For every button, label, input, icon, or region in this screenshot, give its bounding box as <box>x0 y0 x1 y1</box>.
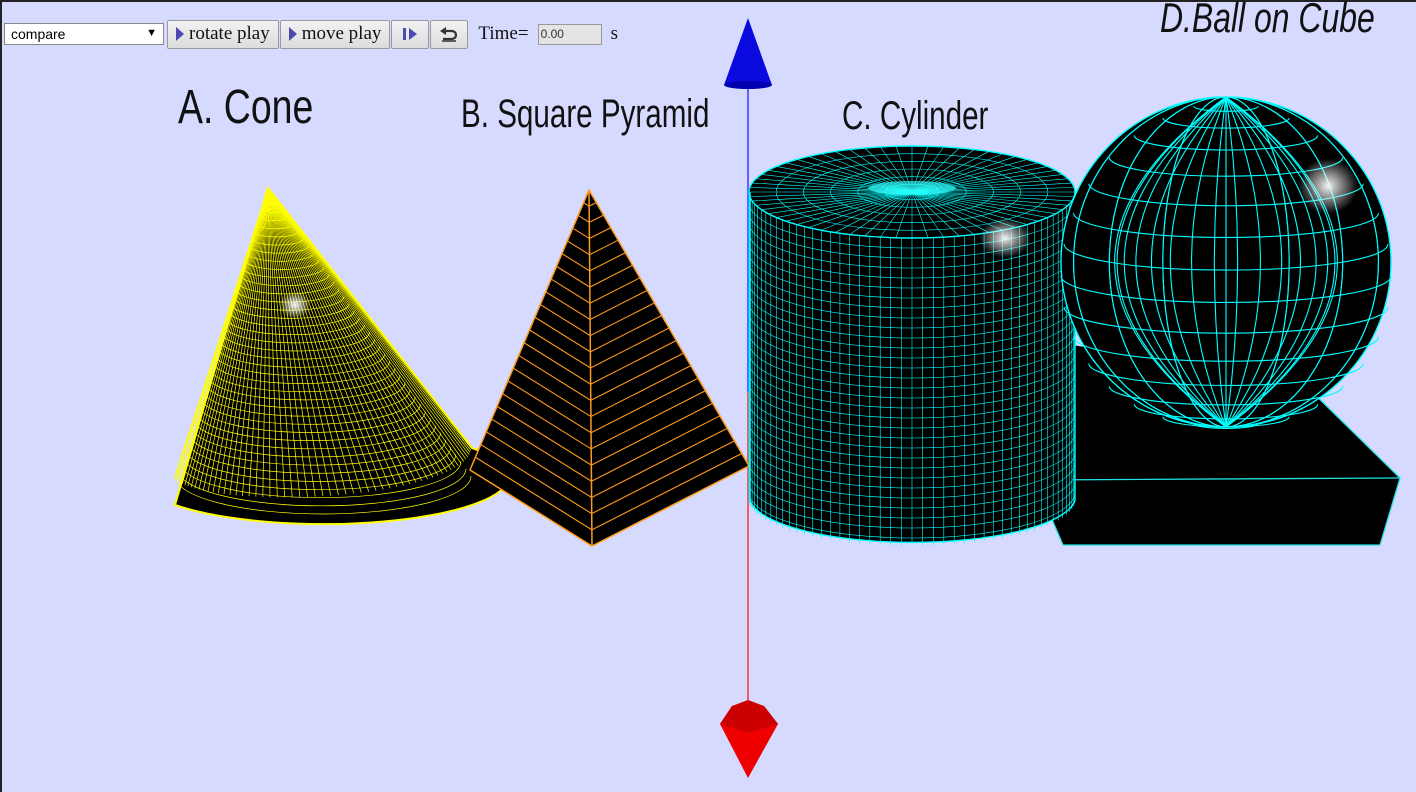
cone-shape <box>173 185 510 526</box>
rotate-play-button[interactable]: rotate play <box>167 19 279 49</box>
square-pyramid-label: B. Square Pyramid <box>461 92 710 136</box>
ball-on-cube-label: D.Ball on Cube <box>1160 0 1375 41</box>
time-unit: s <box>610 23 618 44</box>
ball-shape <box>1060 96 1392 430</box>
axis-down-arrow-icon <box>720 700 778 778</box>
move-play-label: move play <box>301 23 382 44</box>
time-field[interactable]: 0.00 <box>537 23 602 45</box>
square-pyramid-shape <box>469 188 751 547</box>
chevron-down-icon: ▼ <box>146 27 157 39</box>
step-forward-icon <box>403 28 418 40</box>
step-button[interactable] <box>391 19 430 49</box>
move-play-button[interactable]: move play <box>279 19 391 49</box>
time-label: Time= <box>478 23 529 44</box>
cone-label: A. Cone <box>178 81 314 134</box>
toolbar: compare ▼ rotate play move play Time= 0.… <box>4 19 618 49</box>
reset-button[interactable] <box>430 19 469 49</box>
play-icon <box>288 27 297 41</box>
scene-select[interactable]: compare ▼ <box>4 23 164 45</box>
scene-select-value: compare <box>11 26 66 42</box>
undo-icon <box>440 27 458 42</box>
axis-up-arrow-icon <box>724 18 772 89</box>
cylinder-label: C. Cylinder <box>842 94 989 138</box>
play-icon <box>176 27 184 41</box>
rotate-play-label: rotate play <box>189 23 270 44</box>
cylinder-shape <box>748 145 1076 546</box>
